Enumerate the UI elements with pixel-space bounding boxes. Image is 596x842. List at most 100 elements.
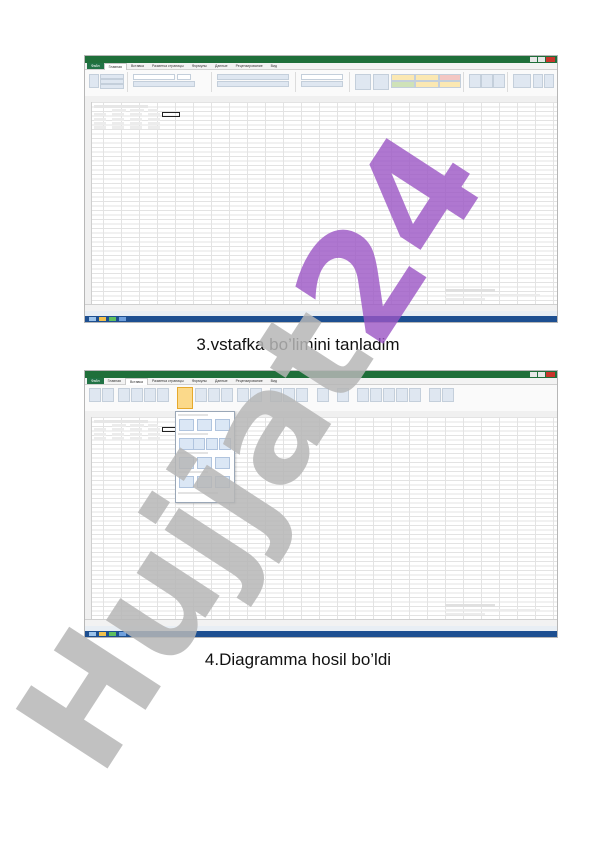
format-painter-icon	[100, 84, 124, 89]
header-footer-icon	[370, 388, 382, 402]
column-chart-button	[177, 387, 193, 409]
excel-screenshot-insert-tab: Файл Главная Вставка Разметка страницы Ф…	[84, 55, 558, 323]
delete-cells-icon	[481, 74, 493, 88]
tab-insert: Вставка	[124, 377, 148, 385]
chart-option-icon	[197, 476, 212, 488]
maximize-icon	[538, 57, 545, 62]
tab-formulas: Формулы	[191, 64, 207, 68]
sort-filter-icon	[533, 74, 543, 88]
bar-chart-icon	[221, 388, 233, 402]
windows-taskbar	[85, 631, 557, 637]
picture-icon	[118, 388, 130, 402]
sheet-tabs	[85, 304, 557, 311]
style-input	[415, 81, 439, 88]
tab-view: Вид	[270, 64, 277, 68]
excel-screenshot-chart-menu: Файл Главная Вставка Разметка страницы Ф…	[84, 370, 558, 638]
section-2d-column	[178, 414, 208, 416]
cells-group	[467, 72, 508, 92]
minimize-icon	[530, 57, 537, 62]
tab-insert: Вставка	[130, 64, 144, 68]
chart-option-icon	[197, 419, 212, 431]
style-note	[439, 81, 461, 88]
wordart-icon	[383, 388, 395, 402]
word-icon	[119, 317, 126, 321]
section-cylinder	[178, 452, 208, 454]
autosum-icon	[513, 74, 531, 88]
style-normal	[415, 74, 439, 81]
table-row	[94, 436, 180, 440]
tab-formulas: Формулы	[191, 379, 207, 383]
table-data	[94, 104, 180, 129]
chart-option-icon	[197, 457, 212, 469]
number-format-box	[301, 74, 343, 80]
sparkline-winloss-icon	[296, 388, 308, 402]
align-bottom-row	[217, 81, 289, 87]
explorer-icon	[99, 632, 106, 636]
scatter-chart-icon	[250, 388, 262, 402]
tab-page-layout: Разметка страницы	[151, 379, 184, 383]
styles-group	[353, 72, 464, 92]
object-icon	[409, 388, 421, 402]
number-buttons	[301, 81, 343, 87]
sheet-tabs	[85, 619, 557, 626]
smartart-icon	[157, 388, 169, 402]
chart-option-icon	[179, 419, 194, 431]
ribbon-tabs: Файл Главная Вставка Разметка страницы Ф…	[85, 62, 557, 70]
excel-title-bar	[85, 371, 557, 378]
ribbon-home	[85, 70, 557, 97]
shapes-icon	[144, 388, 156, 402]
table-data	[94, 419, 180, 440]
chart-option-icon	[193, 438, 205, 450]
chart-option-icon	[215, 419, 230, 431]
activation-notice	[445, 604, 545, 615]
symbol-icon	[442, 388, 454, 402]
caption-step-4: 4.Diagramma hosil bo’ldi	[204, 650, 392, 669]
chart-option-icon	[206, 438, 218, 450]
all-chart-types-link	[178, 492, 218, 494]
row-headers	[85, 102, 92, 305]
close-icon	[546, 372, 555, 377]
ribbon-tabs: Файл Главная Вставка Разметка страницы Ф…	[85, 377, 557, 385]
style-bad	[439, 74, 461, 81]
tab-file: Файл	[87, 63, 104, 69]
activation-notice	[445, 289, 545, 300]
word-icon	[119, 632, 126, 636]
font-size-box	[177, 74, 191, 80]
style-good	[391, 81, 415, 88]
tab-data: Данные	[214, 64, 228, 68]
close-icon	[546, 57, 555, 62]
ribbon-insert	[85, 385, 557, 412]
paste-icon	[89, 74, 99, 88]
equation-icon	[429, 388, 441, 402]
tab-review: Рецензирование	[235, 379, 263, 383]
signature-icon	[396, 388, 408, 402]
tab-view: Вид	[270, 379, 277, 383]
chart-option-icon	[179, 438, 194, 450]
find-icon	[544, 74, 554, 88]
format-cells-icon	[493, 74, 505, 88]
conditional-format-icon	[355, 74, 371, 90]
row-headers	[85, 417, 92, 620]
pie-chart-icon	[208, 388, 220, 402]
style-neutral	[391, 74, 415, 81]
explorer-icon	[99, 317, 106, 321]
chart-option-icon	[179, 476, 194, 488]
align-top-row	[217, 74, 289, 80]
window-controls	[530, 57, 555, 62]
window-controls	[530, 372, 555, 377]
alignment-group	[215, 72, 296, 92]
worksheet-grid	[85, 102, 557, 305]
chart-type-dropdown	[175, 411, 235, 503]
textbox-icon	[357, 388, 369, 402]
start-icon	[89, 632, 96, 636]
tab-page-layout: Разметка страницы	[151, 64, 184, 68]
hyperlink-icon	[337, 388, 349, 402]
tab-home: Главная	[103, 62, 127, 70]
tab-home: Главная	[107, 379, 121, 383]
pivot-table-icon	[89, 388, 101, 402]
minimize-icon	[530, 372, 537, 377]
tab-data: Данные	[214, 379, 228, 383]
tab-file: Файл	[87, 378, 104, 384]
editing-group	[511, 72, 555, 92]
area-chart-icon	[237, 388, 249, 402]
